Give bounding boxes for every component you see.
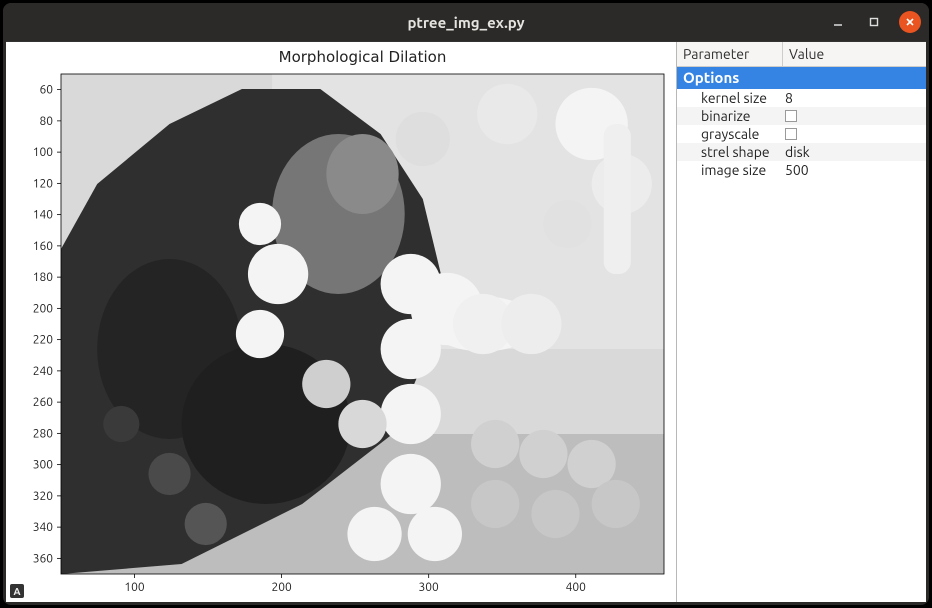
x-tick-label: 100 [124,581,145,594]
param-name: grayscale [677,126,783,142]
close-button[interactable] [899,11,921,33]
column-header-parameter[interactable]: Parameter [677,42,783,66]
y-tick-label: 220 [33,334,54,347]
y-tick-label: 200 [33,302,54,315]
y-tick-label: 360 [33,552,54,565]
app-window: ptree_img_ex.py Morphological Dilation 10… [3,3,929,605]
param-value[interactable]: 500 [783,162,926,178]
y-tick-label: 120 [33,177,54,190]
maximize-button[interactable] [863,11,885,33]
titlebar[interactable]: ptree_img_ex.py [3,3,929,41]
param-row-strel-shape[interactable]: strel shapedisk [677,143,926,161]
param-value[interactable]: 8 [783,90,926,106]
tree-header: Parameter Value [677,42,926,67]
parameter-tree: Parameter Value Options kernel size8bina… [676,42,926,602]
y-tick-label: 180 [33,271,54,284]
param-row-binarize[interactable]: binarize [677,107,926,125]
maximize-icon [868,16,880,28]
x-tick-label: 300 [419,581,440,594]
param-value[interactable] [783,128,926,140]
plot-title: Morphological Dilation [279,48,447,66]
param-row-kernel-size[interactable]: kernel size8 [677,89,926,107]
checkbox[interactable] [785,128,797,140]
window-controls [827,3,921,41]
content-area: Morphological Dilation 100 200 300 400 60 80 10… [6,41,926,602]
plot-image [61,74,664,574]
minimize-button[interactable] [827,11,849,33]
y-tick-label: 140 [33,209,54,222]
plot-canvas[interactable]: Morphological Dilation 100 200 300 400 60 80 10… [6,42,676,602]
close-icon [904,16,916,28]
group-options[interactable]: Options [677,67,926,89]
minimize-icon [832,16,844,28]
x-tick-label: 200 [271,581,292,594]
y-tick-label: 80 [39,115,53,128]
param-name: kernel size [677,90,783,106]
param-value[interactable]: disk [783,144,926,160]
y-tick-label: 240 [33,365,54,378]
param-name: binarize [677,108,783,124]
y-tick-label: 300 [33,459,54,472]
column-header-value[interactable]: Value [783,42,926,66]
x-tick-label: 400 [566,581,587,594]
y-tick-label: 160 [33,240,54,253]
window-title: ptree_img_ex.py [3,14,929,31]
param-row-image-size[interactable]: image size500 [677,161,926,179]
y-tick-label: 320 [33,490,54,503]
render-badge: A [10,584,24,598]
tree-body: Options kernel size8binarizegrayscalestr… [677,67,926,602]
y-tick-label: 60 [39,84,53,97]
y-tick-label: 280 [33,427,54,440]
param-name: image size [677,162,783,178]
plot-pane: Morphological Dilation 100 200 300 400 60 80 10… [6,42,676,602]
checkbox[interactable] [785,110,797,122]
param-row-grayscale[interactable]: grayscale [677,125,926,143]
y-tick-label: 340 [33,521,54,534]
param-value[interactable] [783,110,926,122]
param-name: strel shape [677,144,783,160]
y-tick-label: 100 [33,146,54,159]
y-tick-label: 260 [33,396,54,409]
